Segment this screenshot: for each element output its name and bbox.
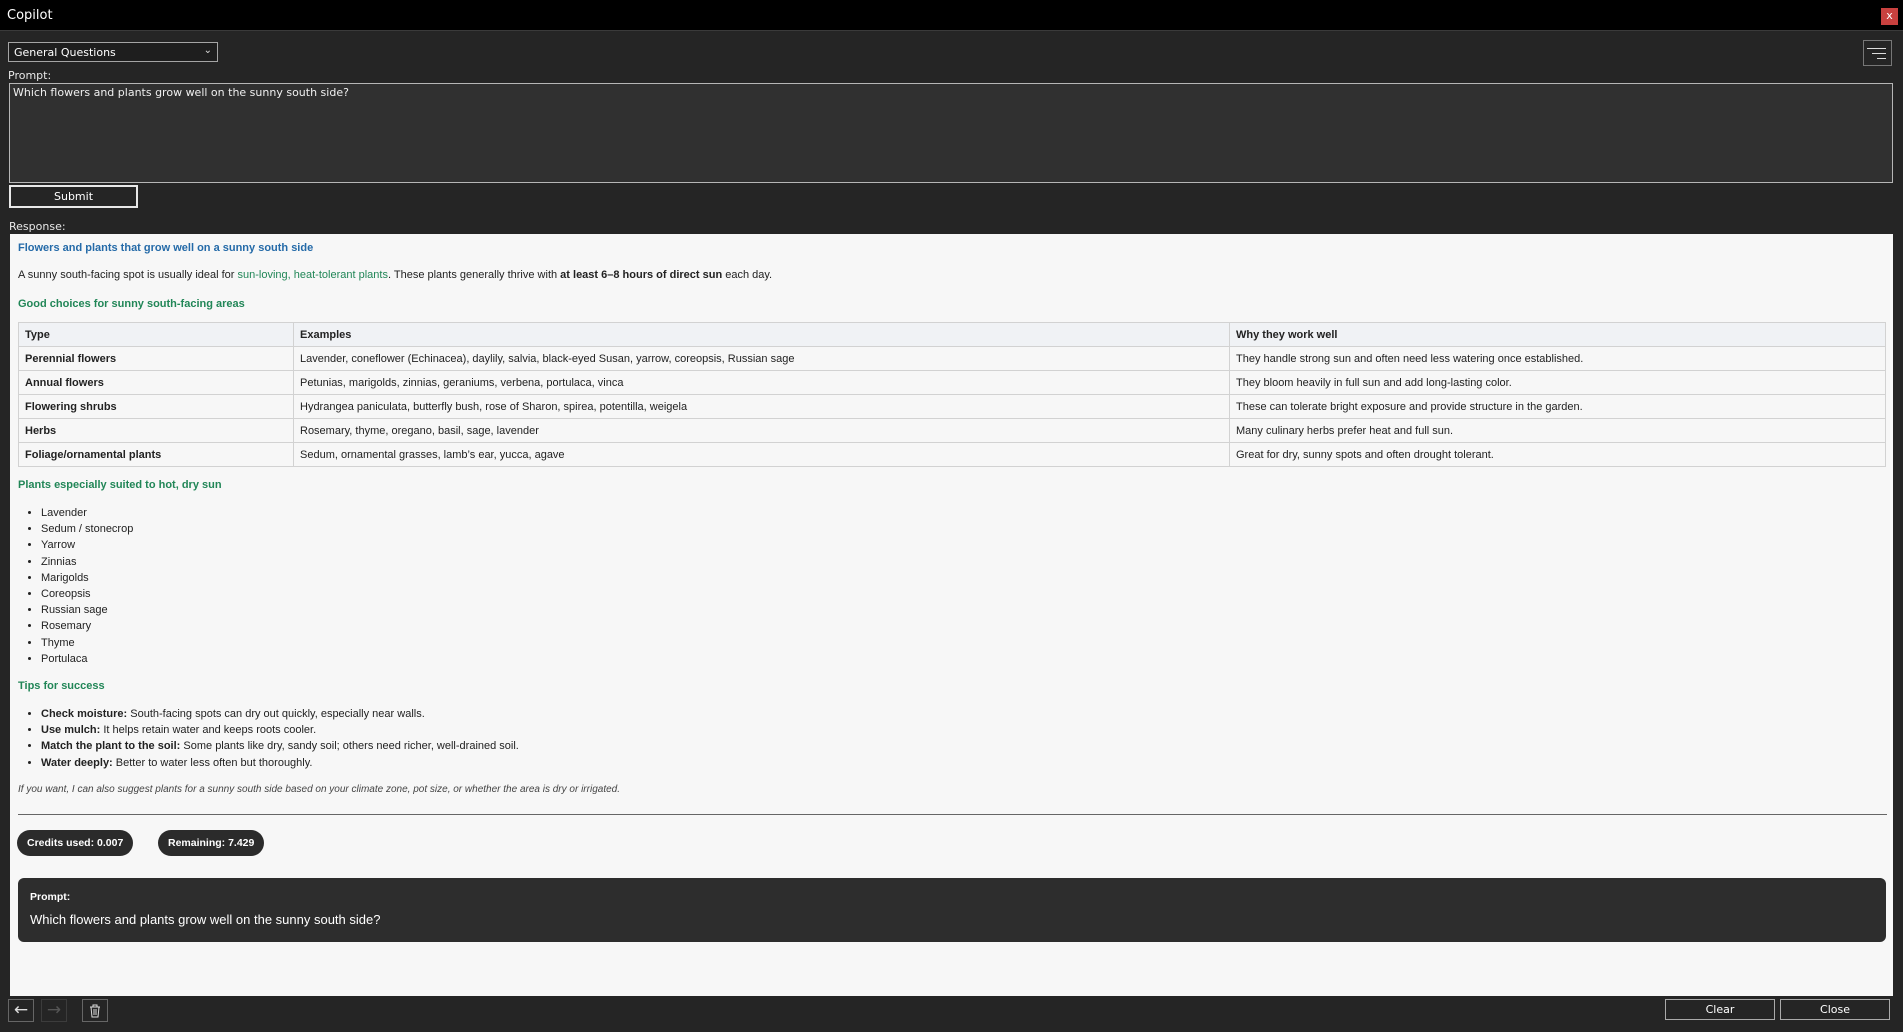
menu-icon-line	[1877, 58, 1886, 59]
table-row: Perennial flowers Lavender, coneflower (E…	[18, 346, 1886, 371]
list-item: Russian sage	[41, 602, 133, 618]
table-header: Why they work well	[1229, 322, 1886, 347]
hot-dry-list: Lavender Sedum / stonecrop Yarrow Zinnia…	[41, 505, 133, 667]
intro-highlight: sun-loving, heat-tolerant plants	[237, 269, 388, 281]
clear-button[interactable]: Clear	[1665, 999, 1775, 1020]
table-row: Flowering shrubs Hydrangea paniculata, bu…	[18, 394, 1886, 419]
list-item: Sedum / stonecrop	[41, 521, 133, 537]
table-header: Examples	[293, 322, 1230, 347]
submit-button[interactable]: Submit	[9, 185, 138, 208]
tip-text: It helps retain water and keeps roots co…	[100, 724, 317, 737]
tip-title: Water deeply:	[41, 756, 113, 769]
table-cell: Many culinary herbs prefer heat and full…	[1229, 418, 1886, 443]
table-cell: Hydrangea paniculata, butterfly bush, ro…	[293, 394, 1230, 419]
prompt-label: Prompt:	[8, 69, 52, 82]
arrow-right-icon: →	[46, 1000, 62, 1020]
category-select-value: General Questions	[14, 46, 116, 59]
list-item: Yarrow	[41, 537, 133, 553]
chevron-down-icon: ⌄	[203, 45, 212, 56]
tip-text: South-facing spots can dry out quickly, …	[127, 708, 425, 720]
prompt-card-text: Which flowers and plants grow well on th…	[30, 912, 381, 927]
tip-title: Check moisture:	[41, 708, 128, 720]
table-header: Type	[18, 322, 294, 347]
list-item: Lavender	[41, 505, 133, 521]
intro-bold: at least 6–8 hours of direct sun	[560, 269, 723, 281]
table-cell: Foliage/ornamental plants	[18, 442, 294, 467]
table-cell: Petunias, marigolds, zinnias, geraniums,…	[293, 370, 1230, 395]
table-row: Herbs Rosemary, thyme, oregano, basil, sa…	[18, 418, 1886, 443]
response-intro: A sunny south-facing spot is usually ide…	[18, 269, 772, 281]
menu-icon	[1867, 48, 1886, 49]
tips-list: Check moisture: South-facing spots can d…	[41, 706, 519, 771]
list-item: Marigolds	[41, 570, 133, 586]
menu-button[interactable]	[1863, 40, 1892, 66]
window-title: Copilot	[7, 8, 53, 23]
table-row: Annual flowers Petunias, marigolds, zinni…	[18, 370, 1886, 395]
table-cell: These can tolerate bright exposure and p…	[1229, 394, 1886, 419]
tips-heading: Tips for success	[18, 680, 105, 692]
list-item: Check moisture: South-facing spots can d…	[41, 706, 519, 722]
tip-title: Use mulch:	[41, 724, 101, 737]
tip-text: Some plants like dry, sandy soil; others…	[180, 740, 519, 753]
table-cell: Flowering shrubs	[18, 394, 294, 419]
menu-icon-line	[1872, 53, 1886, 54]
good-choices-heading: Good choices for sunny south-facing area…	[18, 298, 245, 310]
table-cell: They handle strong sun and often need le…	[1229, 346, 1886, 371]
table-cell: Herbs	[18, 418, 294, 443]
table-cell: Great for dry, sunny spots and often dro…	[1229, 442, 1886, 467]
arrow-left-icon: ←	[13, 1000, 29, 1020]
response-panel: Flowers and plants that grow well on a s…	[10, 234, 1893, 996]
table-cell: Perennial flowers	[18, 346, 294, 371]
category-select[interactable]: General Questions ⌄	[8, 42, 218, 62]
list-item: Water deeply: Better to water less often…	[41, 755, 519, 771]
plant-table: Type Examples Why they work well Perenni…	[18, 322, 1886, 467]
response-label: Response:	[9, 220, 66, 233]
tip-text: Better to water less often but thoroughl…	[112, 756, 313, 769]
window-close-button[interactable]: x	[1881, 8, 1898, 25]
table-cell: Rosemary, thyme, oregano, basil, sage, l…	[293, 418, 1230, 443]
prompt-card-label: Prompt:	[30, 891, 71, 903]
list-item: Zinnias	[41, 554, 133, 570]
list-item: Rosemary	[41, 618, 133, 634]
intro-text: each day.	[722, 269, 773, 281]
list-item: Coreopsis	[41, 586, 133, 602]
prompt-history-card: Prompt: Which flowers and plants grow we…	[18, 878, 1886, 942]
divider	[18, 814, 1887, 815]
list-item: Match the plant to the soil: Some plants…	[41, 738, 519, 754]
table-cell: Lavender, coneflower (Echinacea), daylil…	[293, 346, 1230, 371]
response-footnote: If you want, I can also suggest plants f…	[18, 784, 620, 795]
hot-dry-heading: Plants especially suited to hot, dry sun	[18, 479, 222, 491]
intro-text: . These plants generally thrive with	[387, 269, 561, 281]
intro-text: A sunny south-facing spot is usually ide…	[18, 269, 238, 281]
prompt-input[interactable]: Which flowers and plants grow well on th…	[9, 83, 1893, 183]
list-item: Thyme	[41, 635, 133, 651]
list-item: Use mulch: It helps retain water and kee…	[41, 722, 519, 738]
table-cell: Annual flowers	[18, 370, 294, 395]
table-row: Foliage/ornamental plants Sedum, ornament…	[18, 442, 1886, 467]
list-item: Portulaca	[41, 651, 133, 667]
remaining-badge: Remaining: 7.429	[158, 830, 265, 856]
back-button[interactable]: ←	[8, 999, 34, 1022]
delete-button[interactable]	[82, 999, 108, 1022]
trash-icon	[90, 1004, 100, 1018]
credits-used-badge: Credits used: 0.007	[17, 830, 134, 856]
table-cell: They bloom heavily in full sun and add l…	[1229, 370, 1886, 395]
close-button[interactable]: Close	[1780, 999, 1890, 1020]
tip-title: Match the plant to the soil:	[41, 740, 181, 753]
title-bar: Copilot x	[0, 0, 1903, 31]
forward-button[interactable]: →	[41, 999, 67, 1022]
response-heading: Flowers and plants that grow well on a s…	[18, 242, 314, 254]
table-cell: Sedum, ornamental grasses, lamb’s ear, y…	[293, 442, 1230, 467]
